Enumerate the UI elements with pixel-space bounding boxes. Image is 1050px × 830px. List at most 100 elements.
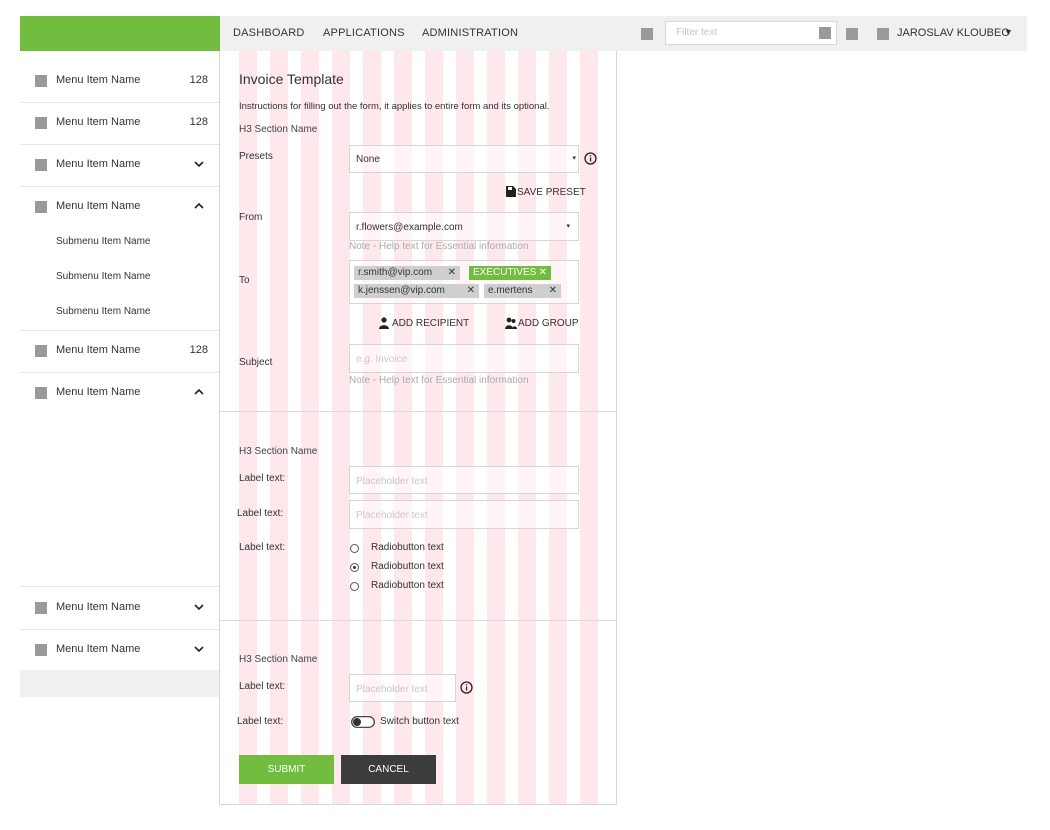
submenu-item-1[interactable]: Submenu Item Name (56, 236, 151, 247)
recipient-tag[interactable]: e.mertens ✕ (484, 284, 561, 298)
sidebar-item-label: Menu Item Name (56, 643, 141, 655)
sidebar-footer (20, 670, 219, 697)
radio-button-selected[interactable] (350, 563, 359, 572)
from-label: From (239, 212, 263, 223)
recipient-tag[interactable]: r.smith@vip.com ✕ (354, 266, 460, 280)
subject-help-text: Note - Help text for Essential informati… (349, 375, 529, 386)
menu-item-icon (35, 602, 47, 614)
submenu-item-2[interactable]: Submenu Item Name (56, 271, 151, 282)
sidebar-item-count: 128 (189, 344, 208, 356)
field-label: Label text: (237, 508, 284, 519)
nav-dashboard[interactable]: DASHBOARD (233, 27, 304, 39)
sidebar-item-1[interactable]: Menu Item Name 128 (20, 60, 219, 103)
sidebar: Menu Item Name 128 Menu Item Name 128 Me… (20, 60, 220, 700)
save-preset-button[interactable]: SAVE PRESET (517, 187, 586, 198)
form-title: Invoice Template (239, 71, 344, 87)
radio-button[interactable] (350, 544, 359, 553)
chevron-up-icon[interactable] (193, 386, 205, 398)
filter-placeholder: Filter text (676, 27, 718, 38)
save-icon[interactable] (506, 186, 516, 197)
brand-bar (20, 16, 220, 51)
filter-search-icon[interactable] (819, 27, 831, 39)
remove-tag-icon[interactable]: ✕ (467, 284, 475, 298)
sidebar-item-3[interactable]: Menu Item Name (20, 144, 219, 187)
menu-item-icon (35, 387, 47, 399)
chevron-up-icon[interactable] (193, 200, 205, 212)
remove-tag-icon[interactable]: ✕ (549, 284, 557, 298)
add-recipient-button[interactable]: ADD RECIPIENT (392, 318, 469, 329)
sidebar-item-count: 128 (189, 74, 208, 86)
filter-input[interactable]: Filter text (665, 21, 837, 45)
recipient-tag-text: k.jenssen@vip.com (358, 285, 445, 296)
invoice-form-panel: Invoice Template Instructions for fillin… (219, 51, 617, 805)
sidebar-item-label: Menu Item Name (56, 386, 141, 398)
sidebar-item-7[interactable]: Menu Item Name (20, 587, 219, 630)
subject-input[interactable]: e.g. Invoice (349, 344, 579, 373)
user-menu-caret-icon[interactable]: ▼ (1004, 27, 1013, 37)
radio-selected-dot (353, 566, 356, 569)
menu-item-icon (35, 201, 47, 213)
switch-label: Switch button text (380, 716, 459, 727)
user-menu[interactable]: JAROSLAV KLOUBEC (897, 27, 1009, 39)
group-tag[interactable]: EXECUTIVES ✕ (469, 266, 551, 280)
field-label: Label text: (239, 542, 286, 553)
remove-tag-icon[interactable]: ✕ (539, 266, 547, 280)
info-icon[interactable] (584, 152, 597, 165)
remove-tag-icon[interactable]: ✕ (448, 266, 456, 280)
add-person-icon[interactable] (379, 317, 390, 329)
sidebar-item-label: Menu Item Name (56, 158, 141, 170)
field-label: Label text: (239, 681, 286, 692)
nav-administration[interactable]: ADMINISTRATION (422, 27, 518, 39)
menu-item-icon (35, 345, 47, 357)
recipient-tag[interactable]: k.jenssen@vip.com ✕ (354, 284, 479, 298)
recipient-tag-text: e.mertens (488, 285, 533, 296)
radio-button[interactable] (350, 582, 359, 591)
text-input[interactable]: Placeholder text (349, 674, 456, 702)
menu-item-icon (35, 644, 47, 656)
text-input[interactable]: Placeholder text (349, 466, 579, 494)
radio-label: Radiobutton text (371, 561, 444, 572)
menu-item-icon (35, 117, 47, 129)
chevron-down-icon[interactable] (193, 158, 205, 170)
text-input[interactable]: Placeholder text (349, 500, 579, 529)
from-select[interactable]: r.flowers@example.com ▾ (349, 212, 579, 241)
presets-select[interactable]: None ▾ (349, 145, 579, 173)
input-placeholder: Placeholder text (356, 684, 428, 695)
nav-applications[interactable]: APPLICATIONS (323, 27, 405, 39)
sidebar-item-count: 128 (189, 116, 208, 128)
add-group-button[interactable]: ADD GROUP (518, 318, 579, 329)
section-divider (220, 620, 616, 621)
group-tag-text: EXECUTIVES (473, 267, 537, 278)
notifications-icon[interactable] (641, 28, 653, 40)
sidebar-item-label: Menu Item Name (56, 116, 141, 128)
add-group-icon[interactable] (505, 317, 517, 329)
user-avatar-icon (877, 28, 889, 40)
switch-toggle[interactable] (351, 716, 375, 728)
sidebar-item-4[interactable]: Menu Item Name Submenu Item Name Submenu… (20, 186, 219, 331)
sidebar-item-label: Menu Item Name (56, 601, 141, 613)
field-label: Label text: (239, 473, 286, 484)
chevron-down-icon[interactable] (193, 643, 205, 655)
from-help-text: Note - Help text for Essential informati… (349, 241, 529, 252)
sidebar-item-label: Menu Item Name (56, 344, 141, 356)
sidebar-item-5[interactable]: Menu Item Name 128 (20, 330, 219, 373)
form-instructions: Instructions for filling out the form, i… (239, 101, 550, 112)
sidebar-item-2[interactable]: Menu Item Name 128 (20, 102, 219, 145)
settings-icon[interactable] (846, 28, 858, 40)
sidebar-item-6[interactable]: Menu Item Name (20, 372, 219, 587)
subject-placeholder: e.g. Invoice (356, 354, 408, 365)
chevron-down-icon[interactable] (193, 601, 205, 613)
radio-label: Radiobutton text (371, 580, 444, 591)
section-heading: H3 Section Name (239, 654, 318, 665)
section-heading: H3 Section Name (239, 124, 318, 135)
presets-label: Presets (239, 151, 273, 162)
submit-button[interactable]: SUBMIT (239, 755, 334, 784)
from-value: r.flowers@example.com (356, 222, 463, 233)
info-icon[interactable] (460, 681, 473, 694)
submenu-item-3[interactable]: Submenu Item Name (56, 306, 151, 317)
input-placeholder: Placeholder text (356, 510, 428, 521)
cancel-button[interactable]: CANCEL (341, 755, 436, 784)
field-label: Label text: (237, 716, 284, 727)
sidebar-item-8[interactable]: Menu Item Name (20, 629, 219, 672)
section-heading: H3 Section Name (239, 446, 318, 457)
